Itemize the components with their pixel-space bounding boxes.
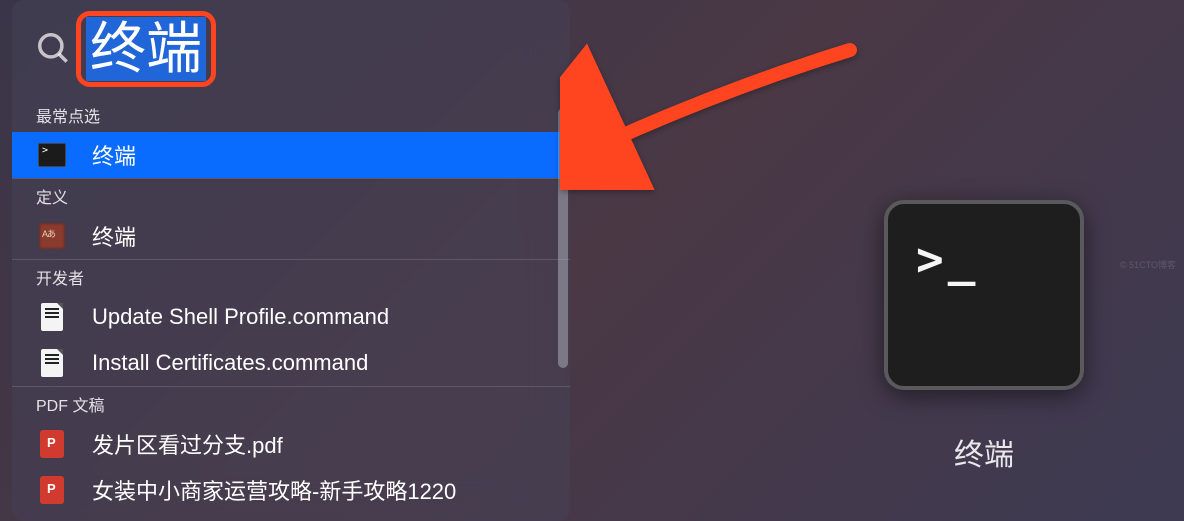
result-item-pdf-2[interactable]: 女装中小商家运营攻略-新手攻略1220 (12, 467, 570, 513)
preview-pane: >_ 终端 (844, 200, 1124, 474)
result-item-terminal[interactable]: 终端 (12, 132, 570, 178)
prompt-icon: >_ (916, 232, 979, 286)
terminal-icon (36, 139, 68, 171)
result-item-pdf-1[interactable]: 发片区看过分支.pdf (12, 421, 570, 467)
result-label: Install Certificates.command (92, 350, 368, 376)
result-label: Update Shell Profile.command (92, 304, 389, 330)
search-query-text: 终端 (86, 17, 206, 81)
result-label: 终端 (92, 139, 136, 171)
result-label: 女装中小商家运营攻略-新手攻略1220 (92, 474, 456, 506)
search-icon (32, 27, 76, 71)
section-header-developer: 开发者 (12, 259, 570, 294)
section-header-definition: 定义 (12, 178, 570, 213)
preview-app-name: 终端 (954, 430, 1014, 474)
pdf-icon (36, 474, 68, 506)
search-bar[interactable]: 终端 (12, 0, 570, 98)
document-icon (36, 301, 68, 333)
scrollbar[interactable] (558, 108, 568, 368)
result-item-definition[interactable]: 终端 (12, 213, 570, 259)
result-label: 发片区看过分支.pdf (92, 428, 283, 460)
section-header-pdf: PDF 文稿 (12, 386, 570, 421)
result-item-update-shell[interactable]: Update Shell Profile.command (12, 294, 570, 340)
annotation-arrow (560, 30, 880, 190)
watermark: © 51CTO博客 (1120, 258, 1176, 271)
dictionary-icon (36, 220, 68, 252)
section-header-top-hits: 最常点选 (12, 98, 570, 132)
pdf-icon (36, 428, 68, 460)
result-item-install-certs[interactable]: Install Certificates.command (12, 340, 570, 386)
result-label: 终端 (92, 220, 136, 252)
search-input[interactable]: 终端 (86, 17, 206, 81)
document-icon (36, 347, 68, 379)
terminal-app-icon: >_ (884, 200, 1084, 390)
spotlight-panel: 终端 最常点选 终端 定义 终端 开发者 Update Shell Profil… (12, 0, 570, 521)
